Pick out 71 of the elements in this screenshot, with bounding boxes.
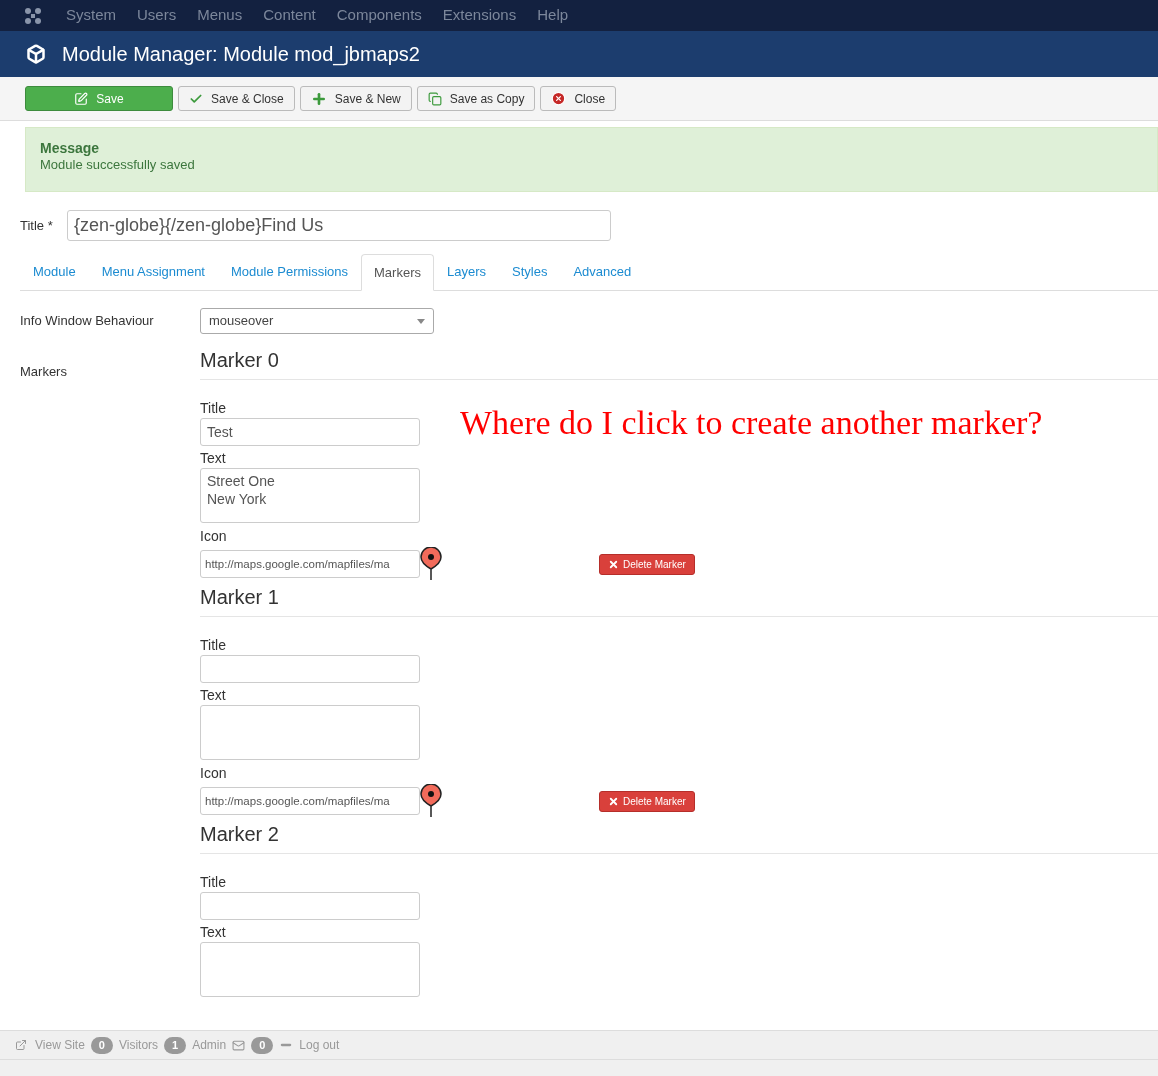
text-line: New York [207, 490, 268, 508]
close-icon [551, 91, 567, 106]
text-line: Street One [207, 472, 276, 490]
map-pin-icon [420, 547, 442, 581]
x-icon [608, 795, 619, 807]
field-label: Text [200, 449, 227, 468]
message-text: Module successfully saved [40, 156, 196, 173]
field-label: Text [200, 923, 227, 942]
title-label: Title * [20, 216, 54, 235]
save-button[interactable]: Save [25, 86, 173, 111]
tab[interactable]: Markers [361, 254, 434, 291]
text-area[interactable] [200, 705, 420, 760]
count-badge: 0 [90, 1036, 113, 1054]
title-input[interactable]: Test [200, 418, 420, 446]
page-title: Module Manager: Module mod_jbmaps2 [62, 42, 420, 68]
count-badge: 1 [164, 1036, 187, 1054]
field-label: Title [200, 873, 227, 892]
marker-heading: Marker 1 [200, 585, 279, 610]
tab[interactable]: Advanced [560, 253, 645, 290]
dropdown-arrow-icon [417, 318, 425, 324]
text-area[interactable]: Street One New York [200, 468, 420, 523]
title-input[interactable] [200, 655, 420, 683]
field-label: Icon [200, 527, 228, 546]
menu-item[interactable]: Components [336, 4, 422, 27]
menu-item[interactable]: Help [537, 4, 569, 27]
external-link-icon [15, 1039, 27, 1051]
toolbar-button[interactable]: Save as Copy [416, 86, 536, 111]
status-text: Log out [299, 1037, 340, 1054]
annotation-text: Where do I click to create another marker? [460, 403, 1043, 443]
flower-logo-icon [24, 6, 42, 25]
field-label: Title [200, 636, 227, 655]
edit-icon [74, 91, 89, 106]
cube-icon [26, 44, 46, 64]
menu-item[interactable]: Content [263, 4, 316, 27]
map-pin-icon [420, 784, 442, 818]
tab[interactable]: Module Permissions [218, 253, 362, 290]
field-label: Text [200, 686, 227, 705]
menu-item[interactable]: Users [137, 4, 177, 27]
icon-url-input[interactable]: http://maps.google.com/mapfiles/ma [200, 787, 420, 815]
tab[interactable]: Module [20, 253, 89, 290]
copy-icon [427, 91, 442, 106]
status-text: Visitors [118, 1037, 159, 1054]
title-input[interactable] [200, 892, 420, 920]
plus-icon [310, 90, 327, 107]
menu-item[interactable]: System [66, 4, 116, 27]
marker-heading: Marker 2 [200, 822, 279, 847]
mail-icon [232, 1038, 246, 1052]
status-text: Admin [192, 1037, 227, 1054]
tab[interactable]: Styles [499, 253, 561, 290]
x-icon [608, 558, 619, 570]
delete-marker-button[interactable]: Delete Marker [599, 553, 695, 575]
tab[interactable]: Layers [434, 253, 499, 290]
marker-heading: Marker 0 [200, 348, 279, 373]
field-label: Info Window Behaviour [20, 312, 155, 331]
tab[interactable]: Menu Assignment [88, 253, 218, 290]
title-input[interactable]: {zen-globe}{/zen-globe}Find Us [67, 210, 611, 241]
field-label: Markers [20, 363, 68, 381]
menu-item[interactable]: Extensions [442, 4, 517, 27]
toolbar-button[interactable]: Save & Close [178, 86, 295, 111]
text-area[interactable] [200, 942, 420, 997]
menu-item[interactable]: Menus [197, 4, 243, 27]
count-badge: 0 [251, 1036, 274, 1054]
field-label: Icon [200, 764, 228, 783]
icon-url-input[interactable]: http://maps.google.com/mapfiles/ma [200, 550, 420, 578]
field-label: Title [200, 399, 227, 418]
toolbar-button[interactable]: Close [540, 86, 617, 111]
delete-marker-button[interactable]: Delete Marker [599, 790, 695, 812]
message-heading: Message [40, 140, 101, 156]
toolbar-button[interactable]: Save & New [299, 86, 412, 111]
info-window-select[interactable]: mouseover [200, 308, 434, 334]
view-site-link[interactable]: View Site [15, 1036, 85, 1054]
